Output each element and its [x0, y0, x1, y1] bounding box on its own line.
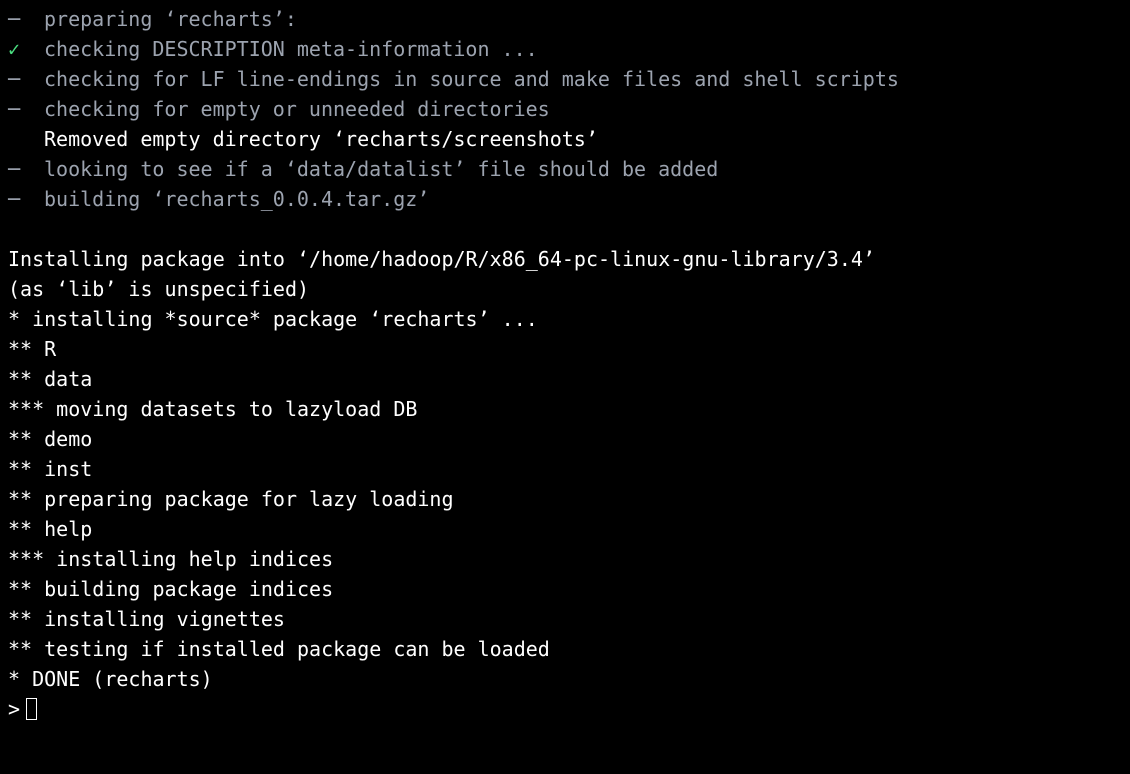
prompt-symbol: >: [8, 694, 20, 724]
blank-bullet: [8, 124, 44, 154]
build-step-text: Removed empty directory ‘recharts/screen…: [44, 124, 598, 154]
install-line: ** preparing package for lazy loading: [8, 484, 1122, 514]
install-line: (as ‘lib’ is unspecified): [8, 274, 1122, 304]
dash-icon: ─: [8, 94, 44, 124]
dash-icon: ─: [8, 154, 44, 184]
blank-line: [8, 214, 1122, 244]
build-step-text: checking DESCRIPTION meta-information ..…: [44, 34, 538, 64]
dash-icon: ─: [8, 4, 44, 34]
build-step-text: building ‘recharts_0.0.4.tar.gz’: [44, 184, 429, 214]
build-step-text: looking to see if a ‘data/datalist’ file…: [44, 154, 718, 184]
build-step-row: ─ building ‘recharts_0.0.4.tar.gz’: [8, 184, 1122, 214]
install-line: ** installing vignettes: [8, 604, 1122, 634]
install-line: *** installing help indices: [8, 544, 1122, 574]
cursor-icon: [26, 698, 37, 720]
terminal-output[interactable]: ─ preparing ‘recharts’: ✓ checking DESCR…: [0, 0, 1130, 728]
install-line: ** testing if installed package can be l…: [8, 634, 1122, 664]
build-step-row: ─ preparing ‘recharts’:: [8, 4, 1122, 34]
install-line: * DONE (recharts): [8, 664, 1122, 694]
build-step-row: Removed empty directory ‘recharts/screen…: [8, 124, 1122, 154]
prompt-line[interactable]: >: [8, 694, 1122, 724]
install-line: ** R: [8, 334, 1122, 364]
dash-icon: ─: [8, 184, 44, 214]
build-step-text: checking for LF line-endings in source a…: [44, 64, 899, 94]
install-line: ** building package indices: [8, 574, 1122, 604]
build-step-row: ✓ checking DESCRIPTION meta-information …: [8, 34, 1122, 64]
build-step-text: preparing ‘recharts’:: [44, 4, 297, 34]
dash-icon: ─: [8, 64, 44, 94]
build-step-row: ─ checking for empty or unneeded directo…: [8, 94, 1122, 124]
build-step-text: checking for empty or unneeded directori…: [44, 94, 550, 124]
build-step-row: ─ checking for LF line-endings in source…: [8, 64, 1122, 94]
install-line: ** help: [8, 514, 1122, 544]
install-line: ** demo: [8, 424, 1122, 454]
install-line: Installing package into ‘/home/hadoop/R/…: [8, 244, 1122, 274]
install-line: ** data: [8, 364, 1122, 394]
build-step-row: ─ looking to see if a ‘data/datalist’ fi…: [8, 154, 1122, 184]
check-icon: ✓: [8, 34, 44, 64]
install-line: * installing *source* package ‘recharts’…: [8, 304, 1122, 334]
install-line: *** moving datasets to lazyload DB: [8, 394, 1122, 424]
install-line: ** inst: [8, 454, 1122, 484]
